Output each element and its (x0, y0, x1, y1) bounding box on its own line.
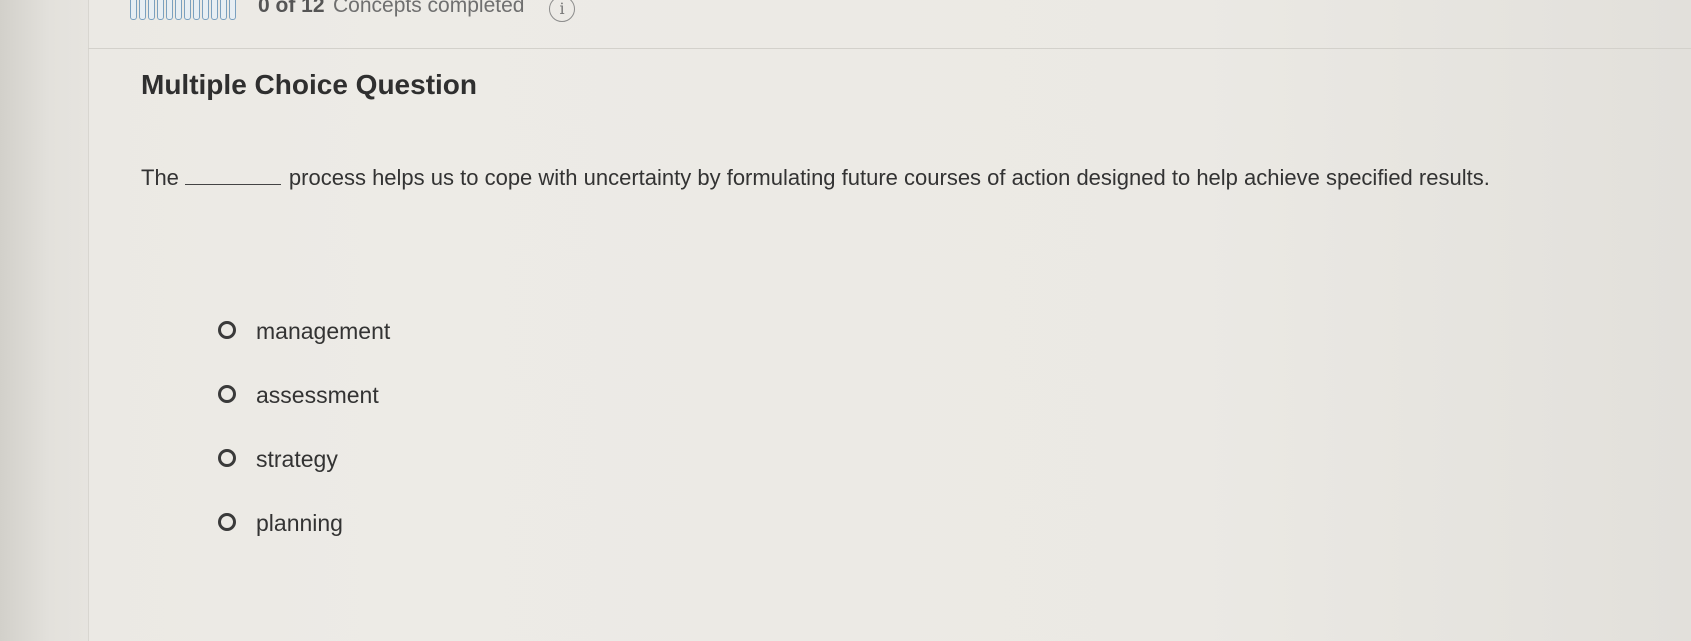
progress-segment (166, 0, 173, 20)
prompt-text-after: process helps us to cope with uncertaint… (288, 165, 1490, 190)
choice-assessment[interactable]: assessment (218, 381, 390, 445)
progress-header: 0 of 12 Concepts completed i (88, 0, 1691, 49)
choice-label: management (256, 318, 391, 344)
progress-label: Concepts completed (333, 0, 525, 17)
progress-segment (184, 0, 191, 20)
question-type-heading: Multiple Choice Question (141, 69, 478, 100)
choice-label: assessment (256, 382, 379, 408)
progress-segment (229, 0, 236, 20)
screen: 0 of 12 Concepts completed i Multiple Ch… (0, 0, 1691, 641)
radio-button[interactable] (218, 449, 236, 467)
progress-count: 0 of 12 (258, 0, 325, 17)
progress-segment (202, 0, 209, 20)
progress-segment (130, 0, 137, 20)
progress-segment (157, 0, 164, 20)
info-icon[interactable]: i (549, 0, 575, 22)
prompt-text-before: The (141, 165, 179, 190)
progress-segment (220, 0, 227, 20)
fill-in-blank (184, 168, 281, 185)
progress-segment (193, 0, 200, 20)
choice-strategy[interactable]: strategy (218, 445, 390, 509)
progress-segment (139, 0, 146, 20)
progress-segments (130, 0, 236, 20)
choice-planning[interactable]: planning (218, 509, 390, 573)
question-prompt: The process helps us to cope with uncerta… (141, 165, 1490, 191)
progress-segment (211, 0, 218, 20)
radio-button[interactable] (218, 513, 236, 531)
radio-button[interactable] (218, 321, 236, 339)
left-gutter (0, 0, 89, 641)
answer-choices: management assessment strategy planning (218, 317, 390, 573)
progress-segment (148, 0, 155, 20)
choice-label: strategy (256, 446, 338, 472)
radio-button[interactable] (218, 385, 236, 403)
choice-label: planning (256, 510, 343, 536)
choice-management[interactable]: management (218, 317, 390, 381)
progress-segment (175, 0, 182, 20)
